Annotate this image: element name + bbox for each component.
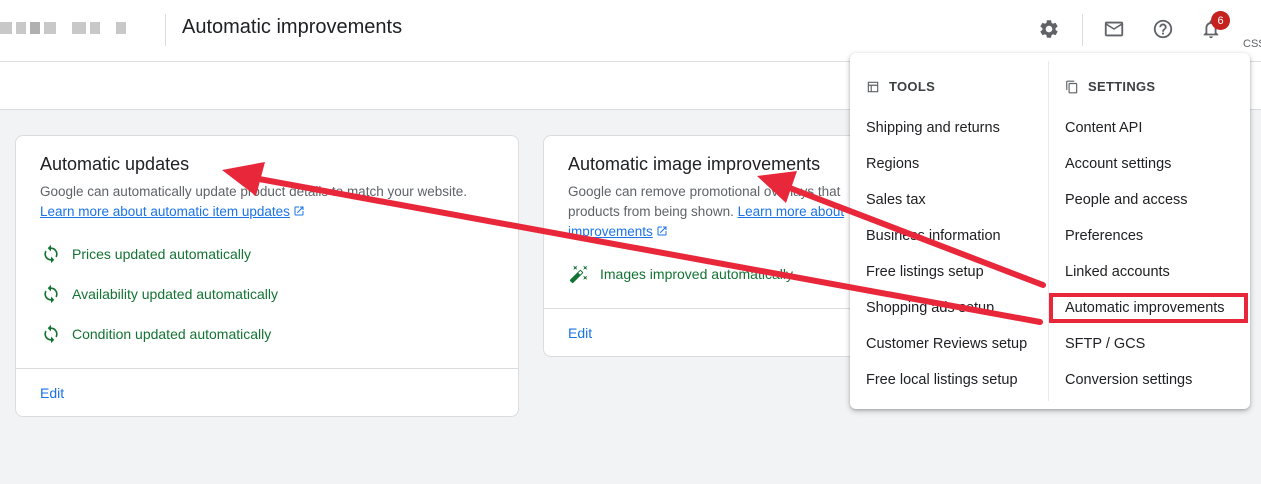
arrow-head-images (757, 171, 797, 203)
annotation-arrows (222, 162, 1046, 325)
arrow-to-updates-title (245, 174, 1043, 325)
arrow-head-updates (222, 162, 265, 196)
arrow-to-images-title (779, 182, 1046, 288)
